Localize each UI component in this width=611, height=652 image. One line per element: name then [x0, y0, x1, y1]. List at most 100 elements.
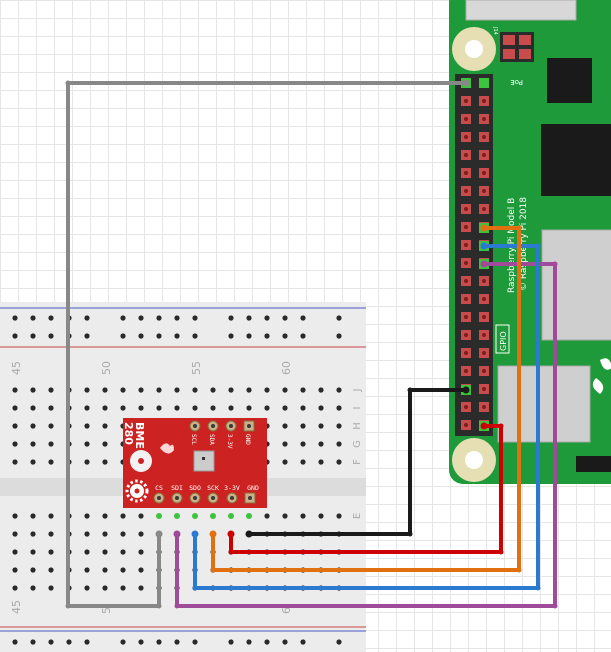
column-label-50: 50 — [100, 361, 113, 375]
wire-bend — [192, 585, 198, 591]
terminal-hole — [102, 549, 108, 555]
rail-hole — [282, 639, 288, 645]
pin-label-3v3-top: 3-3V — [226, 434, 233, 449]
terminal-hole — [84, 549, 90, 555]
terminal-hole — [48, 387, 54, 393]
terminal-hole — [12, 531, 18, 537]
rail-hole — [30, 639, 36, 645]
gpio-pin-hole — [482, 369, 486, 373]
terminal-hole — [138, 531, 144, 537]
gpio-pin-hole — [482, 99, 486, 103]
pin-label-scl: SCL — [190, 434, 197, 445]
terminal-hole — [12, 459, 18, 465]
terminal-hole — [102, 513, 108, 519]
gpio-pin-hole — [464, 243, 468, 247]
wire-bend — [65, 80, 71, 86]
terminal-hole — [282, 387, 288, 393]
terminal-hole — [48, 531, 54, 537]
chip-small — [547, 58, 592, 103]
gpio-pin-hole — [482, 135, 486, 139]
raspberry-pi: J14 PoE Raspberry Pi Model B © Raspberry… — [449, 0, 611, 484]
terminal-hole — [48, 459, 54, 465]
rail-hole — [246, 315, 252, 321]
rail-hole — [48, 315, 54, 321]
terminal-hole — [138, 585, 144, 591]
terminal-hole — [30, 567, 36, 573]
terminal-hole — [300, 423, 306, 429]
gpio-pin-hole — [464, 423, 468, 427]
rail-hole — [336, 333, 342, 339]
terminal-hole — [12, 423, 18, 429]
rail-hole — [12, 639, 18, 645]
pi-top-connector — [465, 0, 577, 21]
terminal-hole — [282, 441, 288, 447]
wire-bend — [516, 567, 522, 573]
terminal-hole — [120, 387, 126, 393]
terminal-hole — [228, 387, 234, 393]
rail-hole — [84, 333, 90, 339]
terminal-hole — [120, 567, 126, 573]
gpio-pin-hole — [482, 189, 486, 193]
wire-endpoint — [155, 530, 163, 538]
sensor-name-line2: 280 — [122, 422, 135, 445]
terminal-hole — [246, 405, 252, 411]
rail-hole — [246, 333, 252, 339]
pin-label-sck: SCK — [207, 484, 219, 492]
rail-hole — [300, 333, 306, 339]
row-label-f: F — [352, 459, 363, 465]
gpio-header — [455, 74, 493, 436]
wire-bend — [498, 423, 504, 429]
row-label-g: G — [352, 440, 363, 448]
gpio-pin-hole — [464, 117, 468, 121]
poe-label: PoE — [510, 78, 523, 86]
bottom-column-label-60: 6 — [280, 607, 293, 614]
terminal-hole — [336, 387, 342, 393]
terminal-hole — [192, 405, 198, 411]
pin-label-gnd: GND — [247, 484, 259, 492]
terminal-hole — [156, 387, 162, 393]
terminal-hole — [84, 405, 90, 411]
terminal-hole — [48, 513, 54, 519]
terminal-hole — [300, 513, 306, 519]
mounting-hole-bottom-center — [465, 451, 483, 469]
rail-hole — [336, 315, 342, 321]
terminal-hole — [102, 567, 108, 573]
rail-hole — [30, 315, 36, 321]
bottom-column-label-45: 45 — [10, 600, 23, 614]
gpio-pin-hole — [482, 171, 486, 175]
bottom-column-label-50: 5 — [100, 607, 113, 614]
column-label-45: 45 — [10, 361, 23, 375]
rail-hole — [300, 315, 306, 321]
rail-hole — [228, 639, 234, 645]
rail-hole — [192, 315, 198, 321]
terminal-hole — [336, 423, 342, 429]
wire-endpoint — [480, 422, 488, 430]
rail-hole — [48, 333, 54, 339]
wire-bend — [228, 549, 234, 555]
terminal-hole — [48, 423, 54, 429]
terminal-hole — [318, 423, 324, 429]
terminal-hole — [102, 405, 108, 411]
terminal-hole — [30, 405, 36, 411]
pin-label-gnd-top: GND — [244, 434, 251, 445]
row-label-e: E — [352, 513, 363, 519]
terminal-hole — [12, 585, 18, 591]
chip-soc — [541, 124, 611, 196]
terminal-hole — [30, 387, 36, 393]
gpio-pin-hole — [482, 333, 486, 337]
pin-label-cs: CS — [155, 484, 163, 492]
terminal-hole — [102, 531, 108, 537]
terminal-hole — [30, 441, 36, 447]
terminal-hole — [120, 513, 126, 519]
terminal-hole — [102, 585, 108, 591]
terminal-hole — [300, 459, 306, 465]
terminal-hole — [282, 423, 288, 429]
wire-bend — [516, 225, 522, 231]
terminal-hole — [84, 459, 90, 465]
rail-hole — [228, 333, 234, 339]
sensor-chip — [193, 450, 215, 472]
terminal-hole — [12, 387, 18, 393]
gpio-pin-hole — [482, 315, 486, 319]
terminal-hole — [84, 387, 90, 393]
terminal-hole — [264, 513, 270, 519]
